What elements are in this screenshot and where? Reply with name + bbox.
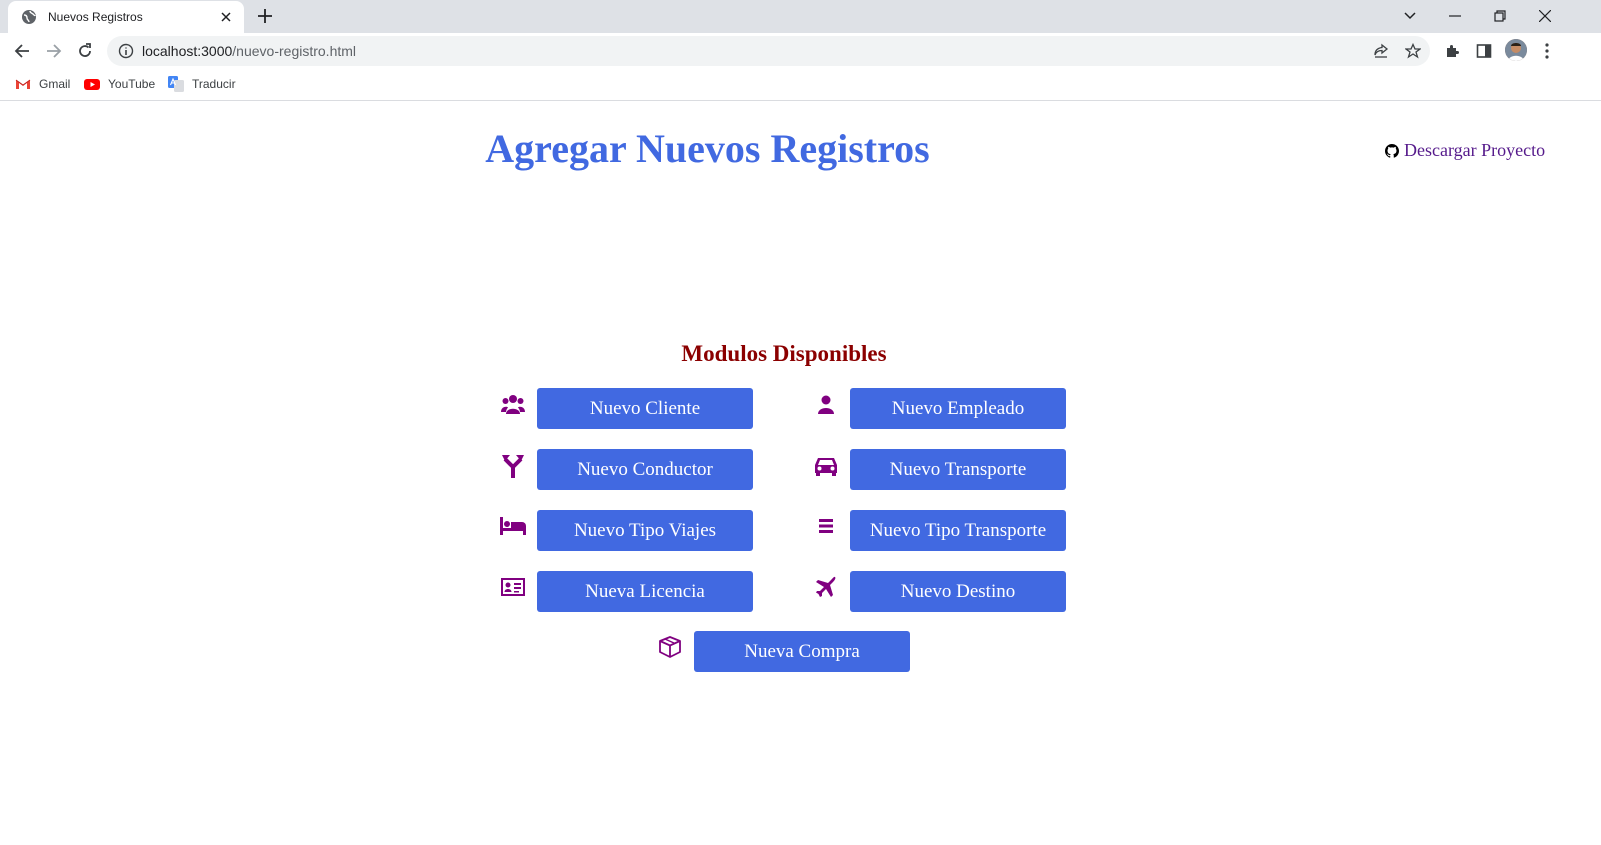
new-tab-icon[interactable] xyxy=(255,6,275,26)
id-card-icon xyxy=(500,574,526,600)
minimize-icon[interactable] xyxy=(1443,4,1467,28)
youtube-icon xyxy=(84,76,100,92)
page-title: Agregar Nuevos Registros xyxy=(485,126,930,171)
tab-title: Nuevos Registros xyxy=(48,10,143,24)
users-icon xyxy=(500,392,526,418)
gmail-icon xyxy=(15,76,31,92)
forward-icon[interactable] xyxy=(43,40,65,62)
extensions-icon[interactable] xyxy=(1441,40,1463,62)
browser-tab[interactable]: Nuevos Registros xyxy=(8,1,244,33)
site-info-icon[interactable] xyxy=(118,43,134,59)
github-icon xyxy=(1385,143,1399,158)
nuevo-conductor-button[interactable]: Nuevo Conductor xyxy=(537,449,753,490)
road-fork-icon xyxy=(500,453,526,479)
nuevo-tipo-transporte-button[interactable]: Nuevo Tipo Transporte xyxy=(850,510,1066,551)
reload-icon[interactable] xyxy=(74,40,96,62)
tab-search-icon[interactable] xyxy=(1398,4,1422,28)
car-icon xyxy=(813,453,839,479)
modules-heading: Modulos Disponibles xyxy=(681,341,887,366)
address-bar[interactable]: localhost:3000/nuevo-registro.html xyxy=(107,36,1430,66)
bookmark-label: Gmail xyxy=(39,77,71,91)
bookmark-star-icon[interactable] xyxy=(1402,40,1424,62)
side-panel-icon[interactable] xyxy=(1473,40,1495,62)
download-link-label: Descargar Proyecto xyxy=(1404,140,1546,160)
plane-icon xyxy=(813,574,839,600)
user-icon xyxy=(813,392,839,418)
page-content: Agregar Nuevos Registros Descargar Proye… xyxy=(0,101,1601,845)
nuevo-cliente-button[interactable]: Nuevo Cliente xyxy=(537,388,753,429)
list-icon xyxy=(813,513,839,539)
bookmark-label: YouTube xyxy=(108,77,156,91)
bookmark-gmail[interactable]: Gmail xyxy=(15,75,70,93)
box-icon xyxy=(657,634,683,660)
nueva-compra-button[interactable]: Nueva Compra xyxy=(694,631,910,672)
nuevo-destino-button[interactable]: Nuevo Destino xyxy=(850,571,1066,612)
download-project-link[interactable]: Descargar Proyecto xyxy=(1385,140,1545,161)
url-path: /nuevo-registro.html xyxy=(232,43,357,59)
share-icon[interactable] xyxy=(1370,40,1392,62)
bookmarks-bar: Gmail YouTube Traducir xyxy=(0,69,1601,101)
bookmark-youtube[interactable]: YouTube xyxy=(84,75,155,93)
globe-icon xyxy=(21,9,37,25)
restore-icon[interactable] xyxy=(1488,4,1512,28)
url-text[interactable]: localhost:3000/nuevo-registro.html xyxy=(142,43,356,59)
nueva-licencia-button[interactable]: Nueva Licencia xyxy=(537,571,753,612)
nuevo-empleado-button[interactable]: Nuevo Empleado xyxy=(850,388,1066,429)
close-tab-icon[interactable] xyxy=(218,9,234,25)
browser-toolbar: localhost:3000/nuevo-registro.html xyxy=(0,33,1601,69)
bookmark-label: Traducir xyxy=(192,77,236,91)
bookmark-traducir[interactable]: Traducir xyxy=(168,75,236,93)
tab-strip: Nuevos Registros xyxy=(0,0,1601,33)
menu-kebab-icon[interactable] xyxy=(1536,40,1558,62)
translate-icon xyxy=(168,76,184,92)
url-host: localhost:3000 xyxy=(142,43,233,59)
nuevo-tipo-viajes-button[interactable]: Nuevo Tipo Viajes xyxy=(537,510,753,551)
profile-avatar[interactable] xyxy=(1505,39,1527,61)
close-window-icon[interactable] xyxy=(1533,4,1557,28)
nuevo-transporte-button[interactable]: Nuevo Transporte xyxy=(850,449,1066,490)
bed-icon xyxy=(500,513,526,539)
back-icon[interactable] xyxy=(11,40,33,62)
